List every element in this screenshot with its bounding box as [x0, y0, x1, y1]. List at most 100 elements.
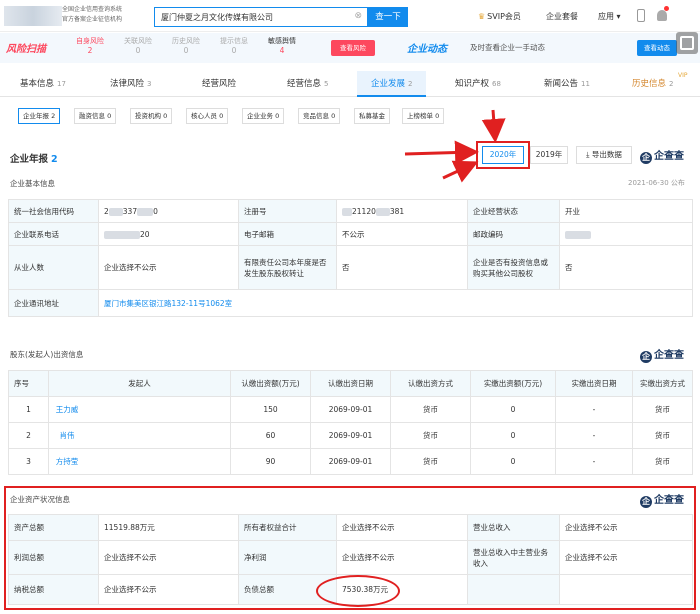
site-slogan: 全国企业信用查询系统 官方备案企业征信机构	[62, 5, 152, 25]
col-header: 认缴出资额(万元)	[230, 370, 311, 397]
company-dynamics-text: 及时查看企业一手动态	[470, 43, 545, 52]
nav-packages[interactable]: 企业套餐	[546, 11, 578, 22]
table-row: 1 王力威 150 2069-09-01 货币 0 - 货币	[8, 396, 693, 423]
table-row: 从业人数 企业选择不公示 有限责任公司本年度是否发生股东股权转让 否 企业是否有…	[8, 245, 693, 290]
value-postcode	[559, 222, 693, 246]
label-postcode: 邮政编码	[467, 222, 560, 246]
credit-code-mid: 337	[122, 206, 138, 216]
tab-basic-info[interactable]: 基本信息 17	[20, 71, 66, 97]
search-value: 厦门仲夏之月文化传媒有限公司	[161, 13, 273, 22]
risk-item-self[interactable]: 自身风险 2	[66, 36, 114, 56]
label-reg-no: 注册号	[238, 199, 337, 223]
nav-apps[interactable]: 应用 ▾	[598, 11, 621, 22]
mobile-icon[interactable]	[637, 9, 645, 22]
risk-item-notice[interactable]: 提示信息 0	[210, 36, 258, 56]
annotation-oval-liabilities	[316, 575, 400, 607]
row-index: 3	[8, 448, 49, 475]
tab-development[interactable]: 企业发展 2	[357, 71, 427, 97]
paid-amount: 0	[470, 396, 556, 423]
nav-apps-label: 应用	[598, 12, 614, 21]
scan-icon[interactable]	[676, 32, 698, 54]
export-button[interactable]: ⤓ 导出数据	[576, 146, 632, 164]
table-row: 2 肖伟 60 2069-09-01 货币 0 - 货币	[8, 422, 693, 449]
slogan-line-1: 全国企业信用查询系统	[62, 6, 123, 13]
value-address[interactable]: 厦门市集美区银江路132-11号1062室	[98, 289, 693, 317]
subtab-business[interactable]: 企业业务 0	[242, 108, 285, 124]
brand-text: 企查查	[654, 350, 684, 361]
subtab-private-fund[interactable]: 私募基金	[354, 108, 390, 124]
export-label: 导出数据	[591, 150, 622, 159]
subtab-investors[interactable]: 投资机构 0	[130, 108, 173, 124]
subscribed-date: 2069-09-01	[310, 422, 391, 449]
view-dynamics-button[interactable]: 查看动态	[637, 40, 677, 56]
paid-date: -	[555, 422, 633, 449]
subtab-rankings[interactable]: 上榜榜单 0	[402, 108, 445, 124]
value-employees: 企业选择不公示	[98, 245, 239, 290]
paid-amount: 0	[470, 448, 556, 475]
shareholder-name[interactable]: 肖伟	[54, 430, 80, 441]
risk-item-sentiment[interactable]: 敏感舆情 4	[258, 36, 306, 56]
subscribed-method: 货币	[390, 396, 471, 423]
subtab-financing[interactable]: 融资信息 0	[74, 108, 117, 124]
shareholder-name[interactable]: 方持莹	[54, 456, 80, 467]
tab-news[interactable]: 新闻公告 11	[544, 71, 590, 97]
tab-count: 68	[492, 80, 501, 88]
value-total-tax: 企业选择不公示	[98, 574, 239, 605]
row-index: 2	[8, 422, 49, 449]
tab-label: 企业发展	[371, 79, 406, 89]
subscribed-date: 2069-09-01	[310, 448, 391, 475]
risk-item-related[interactable]: 关联风险 0	[114, 36, 162, 56]
tab-label: 法律风险	[110, 79, 145, 89]
shareholders-table: 序号 发起人 认缴出资额(万元) 认缴出资日期 认缴出资方式 实缴出资额(万元)…	[8, 370, 693, 475]
label-status: 企业经营状态	[467, 199, 560, 223]
qcc-brand: 企企查查	[640, 491, 684, 508]
year-2019-button[interactable]: 2019年	[530, 146, 568, 164]
clear-icon[interactable]: ⊗	[354, 11, 362, 21]
subtab-competitors[interactable]: 竞品信息 0	[298, 108, 341, 124]
risk-label: 关联风险	[124, 37, 152, 45]
subtab-annual-report[interactable]: 企业年报 2	[18, 108, 61, 124]
qcc-logo-icon: 企	[640, 351, 652, 363]
risk-count: 2	[87, 46, 93, 55]
tab-count: 11	[581, 80, 590, 88]
row-index: 1	[8, 396, 49, 423]
tab-operation-risk[interactable]: 经营风险	[202, 71, 239, 97]
col-header: 认缴出资方式	[390, 370, 471, 397]
empty-value	[559, 574, 693, 605]
value-main-revenue: 企业选择不公示	[559, 540, 693, 575]
search-input[interactable]: 厦门仲夏之月文化传媒有限公司 ⊗	[154, 7, 368, 27]
arrow-1	[404, 140, 479, 165]
search-button[interactable]: 查一下	[368, 7, 408, 27]
tab-count: 3	[147, 80, 152, 88]
publish-date: 2021-06-30 公布	[628, 179, 685, 187]
tab-history[interactable]: 历史信息 2	[632, 71, 673, 97]
svip-link[interactable]: ♛ SVIP会员	[478, 11, 521, 22]
risk-label: 敏感舆情	[268, 37, 296, 45]
view-risk-button[interactable]: 查看风险	[331, 40, 375, 56]
tab-ip[interactable]: 知识产权 68	[455, 71, 501, 97]
tab-legal-risk[interactable]: 法律风险 3	[110, 71, 151, 97]
value-phone: 20	[98, 222, 239, 246]
site-logo[interactable]	[4, 6, 62, 26]
tab-label: 经营风险	[202, 79, 237, 89]
year-2020-button[interactable]: 2020年	[482, 146, 524, 164]
paid-method: 货币	[632, 396, 693, 423]
paid-date: -	[555, 396, 633, 423]
tab-label: 历史信息	[632, 79, 667, 89]
redaction	[137, 207, 154, 216]
redaction	[104, 230, 140, 239]
tab-operation-info[interactable]: 经营信息 5	[287, 71, 328, 97]
bell-icon[interactable]	[657, 10, 667, 21]
subtab-core-staff[interactable]: 核心人员 0	[186, 108, 229, 124]
risk-item-history[interactable]: 历史风险 0	[162, 36, 210, 56]
risk-count: 4	[279, 46, 285, 55]
tab-count: 2	[669, 80, 674, 88]
redaction	[565, 230, 591, 239]
qcc-logo-icon: 企	[640, 496, 652, 508]
table-row: 企业联系电话 20 电子邮箱 不公示 邮政编码	[8, 222, 693, 246]
subscribed-amount: 60	[230, 422, 311, 449]
shareholder-name[interactable]: 王力威	[54, 404, 80, 415]
risk-count: 0	[135, 46, 141, 55]
risk-count: 0	[183, 46, 189, 55]
col-header: 实缴出资日期	[555, 370, 633, 397]
